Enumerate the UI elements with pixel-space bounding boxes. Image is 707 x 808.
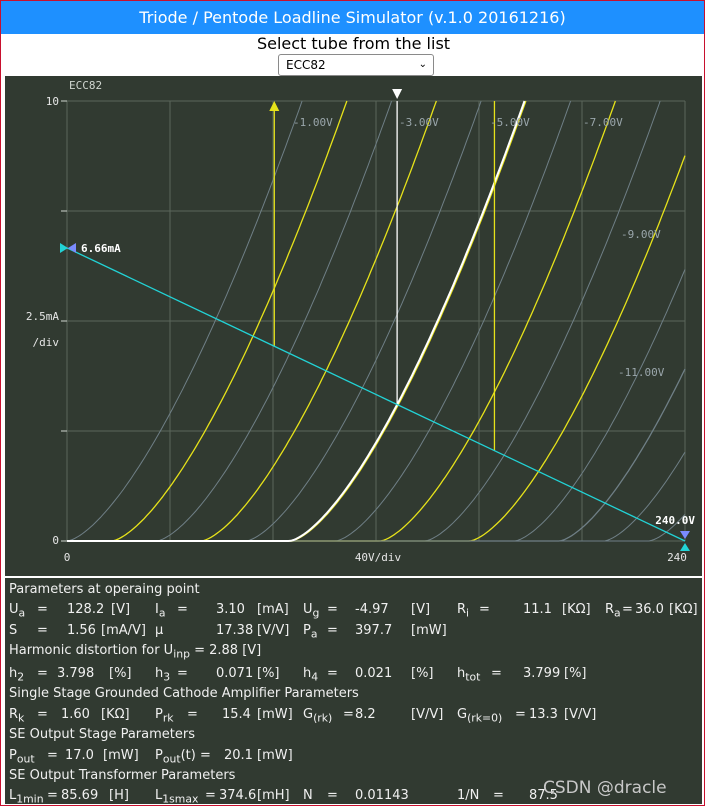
app-title: Triode / Pentode Loadline Simulator (v.1… [1,1,704,34]
y-div-label: 2.5mA [26,310,59,323]
loadline-voltage-label: 240.0V [655,514,695,527]
loadline-current-label: 6.66mA [81,242,121,255]
harmonic-distortion-header: Harmonic distortion for Uinp = 2.88 [V] [9,643,262,661]
parameters-panel: Parameters at operaing point Ua = 128.2 … [5,578,702,806]
grid-voltage-label--11.00V: -11.00V [618,366,665,379]
chevron-down-icon: ⌄ [418,59,427,70]
x-div-label: 40V/div [355,551,402,564]
grid-voltage-label--7.00V: -7.00V [583,116,623,129]
tube-select[interactable]: ECC82 ⌄ [278,54,434,76]
y-tick-top: 10 [46,95,59,108]
x-tick-end: 240 [667,551,687,564]
swing-marker-arrow [269,101,280,111]
tube-name-label: ECC82 [69,79,102,92]
x-tick-zero: 0 [64,551,71,564]
y-tick-zero: 0 [52,534,59,547]
watermark: CSDN @dracle [543,778,667,798]
grid-voltage-label--1.00V: -1.00V [293,116,333,129]
grid-voltage-label--9.00V: -9.00V [621,228,661,241]
se-output-header: SE Output Stage Parameters [9,727,195,742]
grid-voltage-label--5.00V: -5.00V [490,116,530,129]
loadline-current-handle-blue [68,242,76,253]
transformer-header: SE Output Transformer Parameters [9,768,236,783]
select-tube-label: Select tube from the list [256,34,451,53]
operating-point-header: Parameters at operaing point [9,582,200,597]
operating-point-marker [392,89,403,99]
y-div-unit: /div [33,336,60,349]
loadline-voltage-handle-blue [680,531,690,539]
loadline-plot[interactable]: ECC82 10 0 2.5mA/div 0 40V/div 240 6.66mA 240.0V… [5,76,702,576]
grid-voltage-label--3.00V: -3.00V [399,116,439,129]
tube-select-value: ECC82 [286,58,326,72]
loadline-voltage-handle [680,543,690,551]
plot-canvas[interactable]: ECC82 10 0 2.5mA/div 0 40V/div 240 6.66mA 240.0V… [5,76,702,576]
single-stage-header: Single Stage Grounded Cathode Amplifier … [9,686,359,701]
